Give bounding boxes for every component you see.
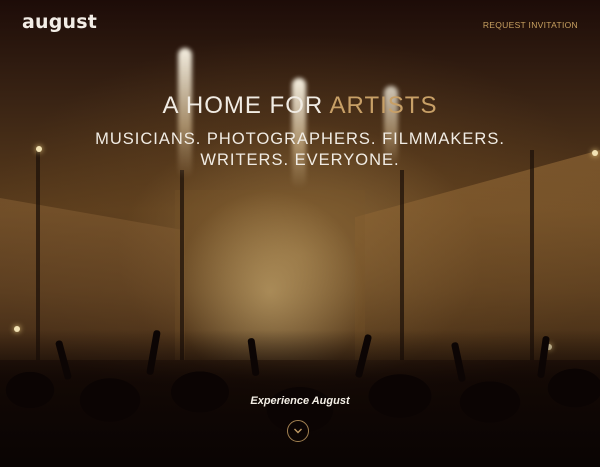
site-logo[interactable]: august [22,11,97,33]
stage-scaffold-right [355,150,600,360]
request-invitation-link[interactable]: REQUEST INVITATION [483,20,578,30]
scroll-down-button[interactable] [287,420,309,442]
experience-august-link[interactable]: Experience August [0,395,600,407]
chevron-down-icon [294,428,302,434]
headline-accent: ARTISTS [329,92,438,119]
hero-subline-2: WRITERS. EVERYONE. [200,151,400,169]
hero-subline-1: MUSICIANS. PHOTOGRAPHERS. FILMMAKERS. [95,130,505,148]
hero-headline: A HOME FOR ARTISTS [0,92,600,120]
stage-truss [530,150,534,360]
stage-truss [36,150,40,360]
headline-prefix: A HOME FOR [162,92,324,119]
